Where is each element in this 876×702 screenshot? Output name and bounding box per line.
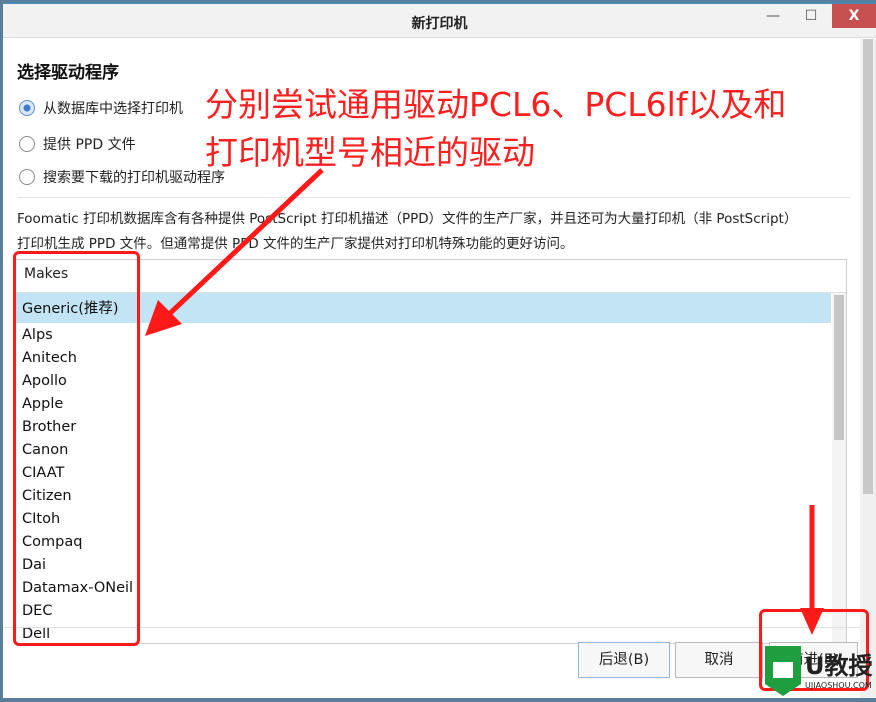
annotation-arrows bbox=[145, 168, 824, 635]
arrow-to-list bbox=[163, 168, 324, 320]
svg-text:U教授: U教授 bbox=[805, 652, 873, 680]
arrow-head-icon bbox=[800, 608, 824, 635]
watermark-logo: U教授 UJIAOSHOU.COM bbox=[765, 640, 876, 698]
svg-text:UJIAOSHOU.COM: UJIAOSHOU.COM bbox=[805, 681, 872, 690]
